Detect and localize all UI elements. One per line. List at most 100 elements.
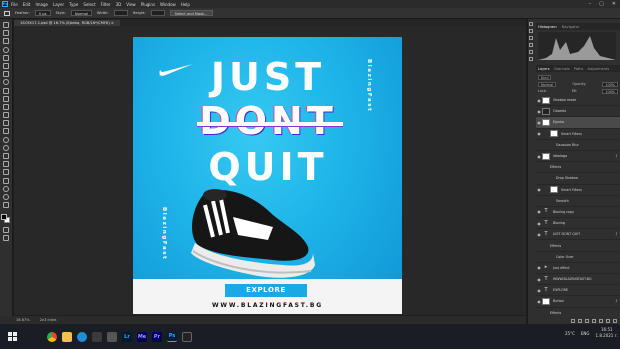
zoom-tool-icon[interactable] xyxy=(3,193,9,200)
stamp-tool-icon[interactable] xyxy=(3,103,9,110)
menu-3d[interactable]: 3D xyxy=(116,2,122,7)
rectangle-tool-icon[interactable] xyxy=(3,177,9,184)
layer-row[interactable]: ◉ T Blazing xyxy=(536,218,620,230)
menu-filter[interactable]: Filter xyxy=(101,2,111,7)
layer-row[interactable]: ◉ T WWW.BLAZINGFAST.BG xyxy=(536,274,620,286)
select-and-mask-button[interactable]: Select and Mask... xyxy=(169,10,213,16)
store-icon[interactable] xyxy=(107,331,117,342)
tab-adjustments[interactable]: Adjustments xyxy=(587,67,609,71)
weather-temp[interactable]: 25°C xyxy=(565,331,575,336)
layer-row[interactable]: ◉ Shadow mode xyxy=(536,95,620,107)
brush-tool-icon[interactable] xyxy=(3,95,9,102)
file-explorer-icon[interactable] xyxy=(62,331,72,342)
marquee-tool-icon[interactable] xyxy=(3,38,9,45)
color-icon[interactable] xyxy=(529,36,533,40)
feather-input[interactable]: 0 px xyxy=(34,10,51,16)
foreground-color-swatch[interactable] xyxy=(1,214,7,221)
add-mask-icon[interactable] xyxy=(585,318,589,323)
lightroom-icon[interactable]: Lr xyxy=(122,331,132,342)
layer-row[interactable]: ◉ Smart Filters xyxy=(536,129,620,140)
healing-brush-icon[interactable] xyxy=(3,87,9,94)
fill-input[interactable]: 100% xyxy=(602,88,618,94)
visibility-eye-icon[interactable]: ◉ xyxy=(536,131,542,136)
new-adjustment-icon[interactable] xyxy=(592,318,596,323)
opacity-input[interactable]: 100% xyxy=(602,81,618,87)
menu-window[interactable]: Window xyxy=(160,2,176,7)
color-swatches[interactable] xyxy=(1,214,11,224)
new-group-icon[interactable] xyxy=(599,318,603,323)
premiere-icon[interactable]: Pr xyxy=(152,331,162,342)
layer-row[interactable]: Effects xyxy=(536,240,620,252)
blur-tool-icon[interactable] xyxy=(3,136,9,143)
canvas-area[interactable]: JUST DONT QUIT BlazingFast BlazingFast E… xyxy=(14,26,526,315)
eyedropper-tool-icon[interactable] xyxy=(3,79,9,86)
layer-row[interactable]: ◉ ideologo ƒ xyxy=(536,151,620,163)
libraries-icon[interactable] xyxy=(529,50,533,54)
menu-edit[interactable]: Edit xyxy=(23,2,31,7)
explore-button[interactable]: EXPLORE xyxy=(225,284,307,297)
zoom-level[interactable]: 16.67% xyxy=(16,318,30,322)
blend-mode-select[interactable]: Normal xyxy=(538,81,557,87)
menu-image[interactable]: Image xyxy=(35,2,48,7)
style-select[interactable]: Normal xyxy=(70,10,92,16)
type-tool-icon[interactable] xyxy=(3,161,9,168)
menu-type[interactable]: Type xyxy=(69,2,78,7)
fx-icon[interactable]: ƒ xyxy=(616,299,617,303)
fx-icon[interactable]: ƒ xyxy=(616,154,617,158)
tab-channels[interactable]: Channels xyxy=(554,67,570,71)
close-icon[interactable]: ✕ xyxy=(612,1,616,7)
language-indicator[interactable]: ENG xyxy=(581,331,590,336)
layer-row[interactable]: Gaussian Blur xyxy=(536,140,620,151)
marquee-tool-icon[interactable] xyxy=(4,10,10,16)
quick-mask-icon[interactable] xyxy=(3,226,9,233)
photoshop-icon[interactable]: Ps xyxy=(167,331,177,342)
layer-row[interactable]: Color Over xyxy=(536,252,620,263)
tab-histogram[interactable]: Histogram xyxy=(538,25,557,29)
adjustments-icon[interactable] xyxy=(529,57,533,61)
clock[interactable]: 16:51 1.8.2021 г. xyxy=(596,327,618,339)
menu-view[interactable]: View xyxy=(126,2,136,7)
menu-help[interactable]: Help xyxy=(181,2,190,7)
edge-icon[interactable] xyxy=(77,331,87,342)
artboard-tool-icon[interactable] xyxy=(3,30,9,37)
history-icon[interactable] xyxy=(529,22,533,26)
menu-layer[interactable]: Layer xyxy=(53,2,64,7)
pen-tool-icon[interactable] xyxy=(3,153,9,159)
quick-select-tool-icon[interactable] xyxy=(3,54,9,61)
layer-row[interactable]: ◉ ▸ Just effect xyxy=(536,263,620,274)
maximize-icon[interactable]: ▢ xyxy=(599,1,604,7)
tab-navigator[interactable]: Navigator xyxy=(562,25,580,29)
link-layers-icon[interactable] xyxy=(571,318,575,323)
layer-row[interactable]: ◉ Smart Filters xyxy=(536,185,620,196)
crop-tool-icon[interactable] xyxy=(3,62,9,69)
app-icon[interactable] xyxy=(92,331,102,342)
layer-kind-filter[interactable]: Kind xyxy=(538,74,552,80)
layer-row[interactable]: ◉ T JUST DONT QUIT ƒ xyxy=(536,229,620,241)
media-encoder-icon[interactable]: Me xyxy=(137,331,147,342)
poster-artwork[interactable]: JUST DONT QUIT BlazingFast BlazingFast E… xyxy=(133,37,402,314)
add-style-icon[interactable] xyxy=(578,318,582,323)
history-brush-icon[interactable] xyxy=(3,112,9,119)
layer-row[interactable]: ◉ Button ƒ xyxy=(536,296,620,308)
lasso-tool-icon[interactable] xyxy=(3,46,9,53)
layer-row[interactable]: Drop Shadow xyxy=(536,173,620,185)
move-tool-icon[interactable] xyxy=(3,22,9,28)
layer-row[interactable]: ◉ Obsedia xyxy=(536,106,620,118)
hand-tool-icon[interactable] xyxy=(3,185,9,192)
layer-row[interactable]: ◉ T Blazing copy xyxy=(536,207,620,219)
visibility-eye-icon[interactable]: ◉ xyxy=(536,187,542,192)
layer-row[interactable]: ◉ Ejonka xyxy=(536,117,620,129)
edit-toolbar-icon[interactable] xyxy=(3,202,9,209)
close-tab-icon[interactable]: × xyxy=(111,21,114,25)
height-input[interactable] xyxy=(150,10,165,16)
chrome-icon[interactable] xyxy=(47,331,57,342)
dodge-tool-icon[interactable] xyxy=(3,144,9,151)
minimize-icon[interactable]: – xyxy=(589,1,592,7)
screen-mode-icon[interactable] xyxy=(3,234,9,241)
menu-plugins[interactable]: Plugins xyxy=(141,2,155,7)
terminal-icon[interactable] xyxy=(182,331,192,342)
frame-tool-icon[interactable] xyxy=(3,71,9,78)
windows-start-icon[interactable] xyxy=(8,332,17,341)
tab-paths[interactable]: Paths xyxy=(574,67,584,71)
layer-row[interactable]: Smooth xyxy=(536,196,620,207)
